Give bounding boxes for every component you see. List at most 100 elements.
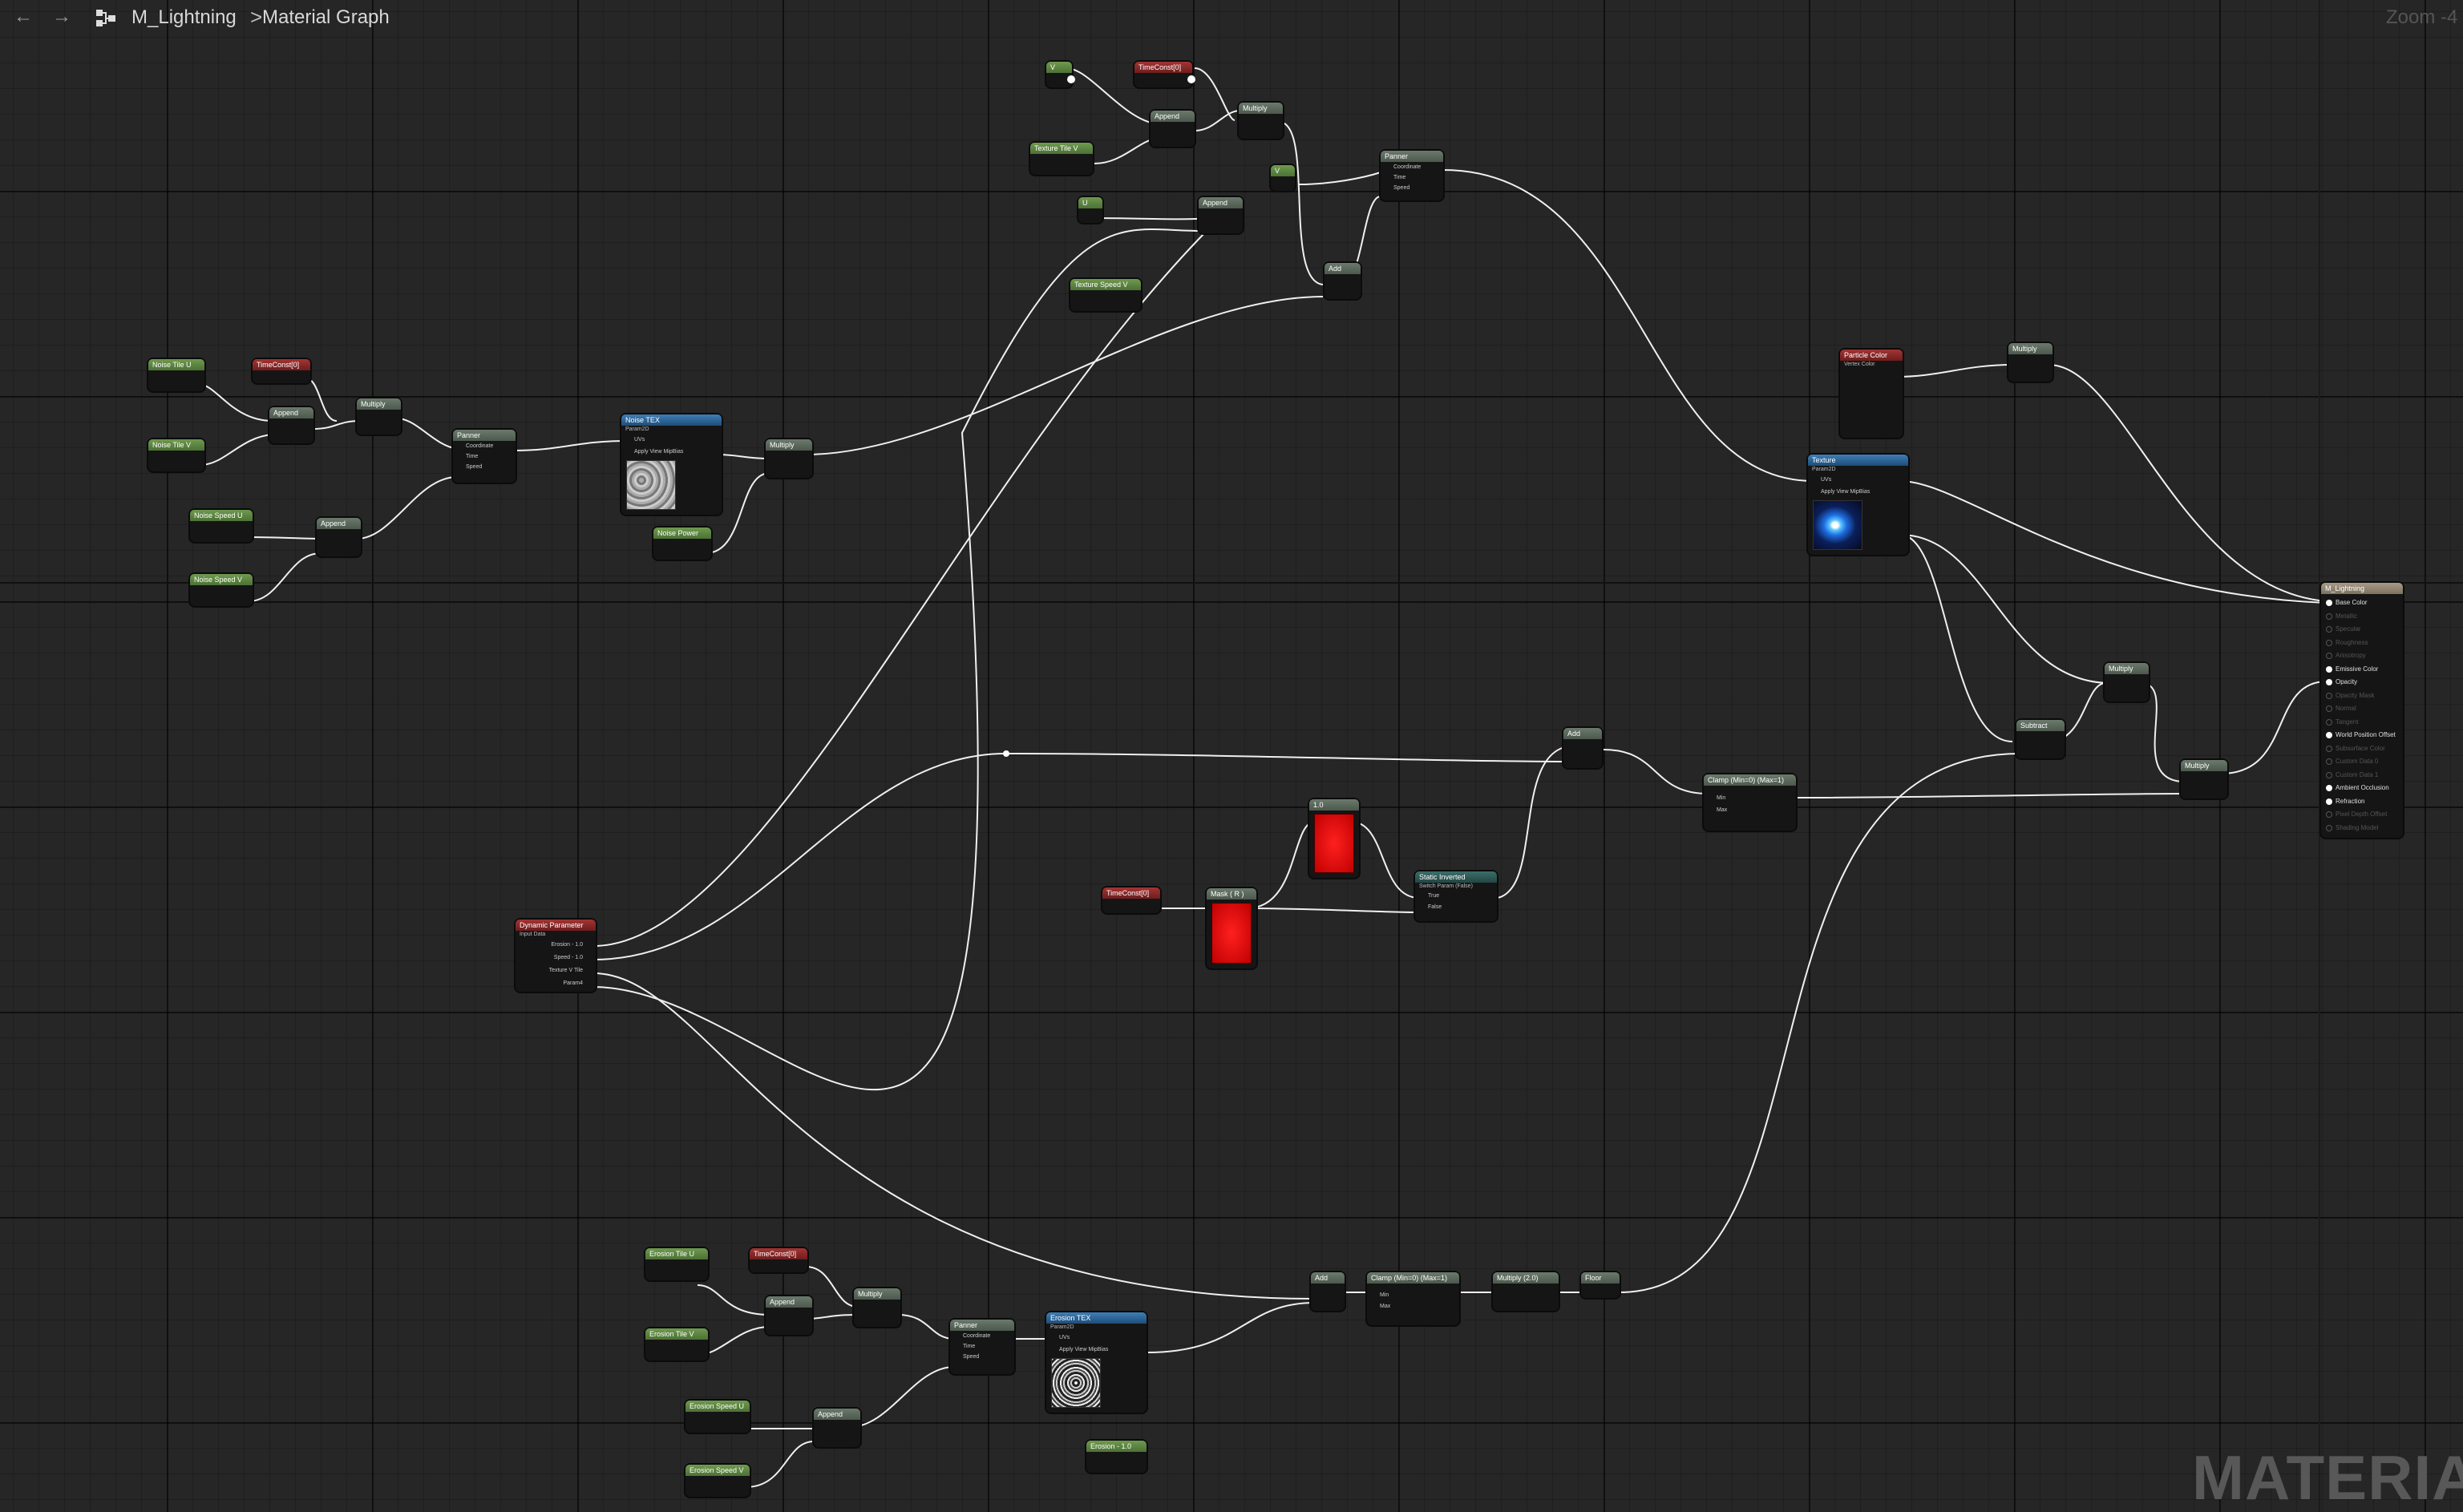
node-particle-color[interactable]: Particle Color Vertex Color <box>1840 350 1903 438</box>
result-pin-row[interactable]: Opacity <box>2321 676 2403 689</box>
pin-texture-v-tile[interactable]: Texture V Tile <box>516 964 596 977</box>
result-pin-row[interactable]: Roughness <box>2321 637 2403 650</box>
node-multiply-right2[interactable]: Multiply <box>2181 760 2227 798</box>
input-pin[interactable] <box>2326 732 2332 738</box>
node-top-v[interactable]: V <box>1046 62 1075 87</box>
result-pin-row[interactable]: Pixel Depth Offset <box>2321 808 2403 822</box>
result-pin-row[interactable]: Base Color <box>2321 596 2403 610</box>
node-noise-tex[interactable]: Noise TEX Param2D UVs Apply View MipBias <box>621 414 722 515</box>
result-pin-row[interactable]: Normal <box>2321 702 2403 716</box>
pin-coordinate[interactable]: Coordinate <box>1381 162 1443 172</box>
result-pin-row[interactable]: Subsurface Color <box>2321 742 2403 756</box>
node-time-mid[interactable]: TimeConst[0] <box>1102 887 1160 913</box>
back-arrow-icon[interactable]: ← <box>11 5 35 29</box>
pin-erosion[interactable]: Erosion - 1.0 <box>516 939 596 952</box>
pin-speed[interactable]: Speed <box>950 1352 1014 1362</box>
node-noise-time[interactable]: TimeConst[0] <box>253 359 310 383</box>
node-erosion-speed-v[interactable]: Erosion Speed V <box>686 1465 750 1497</box>
node-erosion-panner[interactable]: Panner Coordinate Time Speed <box>950 1320 1014 1374</box>
result-pin-row[interactable]: World Position Offset <box>2321 729 2403 742</box>
pin-speed[interactable]: Speed <box>453 462 516 472</box>
input-pin[interactable] <box>2326 600 2332 606</box>
breadcrumb-graph[interactable]: Material Graph <box>262 6 390 29</box>
result-pin-row[interactable]: Metallic <box>2321 610 2403 624</box>
pin-min[interactable]: Min <box>1704 792 1796 804</box>
result-pin-row[interactable]: Refraction <box>2321 795 2403 809</box>
node-noise-power[interactable]: Noise Power <box>653 528 711 560</box>
input-pin[interactable] <box>2326 612 2332 620</box>
pin-time[interactable]: Time <box>453 451 516 462</box>
result-pin-row[interactable]: Anisotropy <box>2321 649 2403 663</box>
node-main-multiply[interactable]: Multiply <box>2008 343 2052 382</box>
node-clamp-mid[interactable]: Clamp (Min=0) (Max=1) Min Max <box>1704 774 1796 831</box>
node-top-u[interactable]: U <box>1078 197 1102 223</box>
pin-max[interactable]: Max <box>1704 804 1796 816</box>
breadcrumb-asset[interactable]: M_Lightning <box>131 6 237 29</box>
pin-false[interactable]: False <box>1415 902 1497 913</box>
node-top-texture-speed[interactable]: Texture Speed V <box>1070 279 1141 311</box>
node-erosion-tile-u[interactable]: Erosion Tile U <box>645 1248 708 1280</box>
result-pin-row[interactable]: Ambient Occlusion <box>2321 782 2403 795</box>
node-top-panner[interactable]: Panner Coordinate Time Speed <box>1381 151 1443 200</box>
node-mask-r[interactable]: Mask ( R ) <box>1207 888 1256 968</box>
node-noise-speed-u[interactable]: Noise Speed U <box>190 510 253 542</box>
pin-uvs[interactable]: UVs <box>1808 474 1908 486</box>
node-top-time[interactable]: TimeConst[0] <box>1134 62 1195 87</box>
pin-coordinate[interactable]: Coordinate <box>950 1331 1014 1341</box>
node-noise-append[interactable]: Append <box>269 407 313 443</box>
material-graph-canvas[interactable]: ← → M_Lightning > Material Graph Zoom -4 <box>0 0 2463 1512</box>
pin-param4[interactable]: Param4 <box>516 977 596 990</box>
pin-time[interactable]: Time <box>950 1341 1014 1352</box>
pin-true[interactable]: True <box>1415 891 1497 902</box>
pin-mip-bias[interactable]: Apply View MipBias <box>1808 486 1908 498</box>
result-pin-row[interactable]: Emissive Color <box>2321 663 2403 677</box>
result-pin-row[interactable]: Custom Data 1 <box>2321 769 2403 782</box>
pin-max[interactable]: Max <box>1367 1301 1459 1312</box>
pin-mip-bias[interactable]: Apply View MipBias <box>621 446 722 458</box>
pin-min[interactable]: Min <box>1367 1290 1459 1301</box>
node-top-v2[interactable]: V <box>1271 165 1295 191</box>
node-top-append2[interactable]: Append <box>1199 197 1243 233</box>
result-pin-row[interactable]: Opacity Mask <box>2321 689 2403 703</box>
input-pin[interactable] <box>2326 653 2332 659</box>
node-erosion-append2[interactable]: Append <box>814 1409 860 1447</box>
pin-speed[interactable]: Speed <box>1381 183 1443 193</box>
input-pin[interactable] <box>2326 705 2332 712</box>
node-add-mid[interactable]: Add <box>1563 728 1602 768</box>
input-pin[interactable] <box>2326 639 2332 646</box>
pin-mip-bias[interactable]: Apply View MipBias <box>1046 1344 1147 1356</box>
input-pin[interactable] <box>2326 758 2332 765</box>
node-top-append[interactable]: Append <box>1151 111 1195 147</box>
result-pin-row[interactable]: Specular <box>2321 623 2403 637</box>
node-floor-bot[interactable]: Floor <box>1581 1272 1620 1298</box>
node-noise-panner[interactable]: Panner Coordinate Time Speed <box>453 430 516 483</box>
result-pin-row[interactable]: Shading Model <box>2321 822 2403 835</box>
node-noise-speed-v[interactable]: Noise Speed V <box>190 574 253 606</box>
node-noise-append2[interactable]: Append <box>317 518 361 556</box>
node-noise-multiply2[interactable]: Multiply <box>766 439 812 478</box>
node-noise-tile-v[interactable]: Noise Tile V <box>148 439 204 471</box>
node-top-texture-tile-v[interactable]: Texture Tile V <box>1030 143 1093 175</box>
input-pin[interactable] <box>2326 745 2332 752</box>
node-dynamic-parameter[interactable]: Dynamic Parameter Input Data Erosion - 1… <box>516 920 596 992</box>
node-top-multiply[interactable]: Multiply <box>1239 103 1283 139</box>
pin-uvs[interactable]: UVs <box>1046 1332 1147 1344</box>
node-multiply-bot[interactable]: Multiply (2.0) <box>1493 1272 1559 1311</box>
input-pin[interactable] <box>2326 692 2332 699</box>
result-pin-row[interactable]: Tangent <box>2321 716 2403 730</box>
input-pin[interactable] <box>2326 665 2332 673</box>
input-pin[interactable] <box>2326 798 2332 805</box>
node-multiply-right[interactable]: Multiply <box>2105 663 2149 701</box>
input-pin[interactable] <box>2326 718 2332 726</box>
input-pin[interactable] <box>2326 679 2332 685</box>
node-subtract[interactable]: Subtract <box>2016 720 2065 758</box>
pin-time[interactable]: Time <box>1381 172 1443 183</box>
node-add-bot[interactable]: Add <box>1311 1272 1345 1311</box>
node-erosion-tile-v[interactable]: Erosion Tile V <box>645 1328 708 1360</box>
input-pin[interactable] <box>2326 626 2332 633</box>
node-const-1[interactable]: 1.0 <box>1309 799 1359 878</box>
node-top-add[interactable]: Add <box>1325 263 1361 299</box>
input-pin[interactable] <box>2326 785 2332 791</box>
pin-uvs[interactable]: UVs <box>621 434 722 446</box>
node-noise-tile-u[interactable]: Noise Tile U <box>148 359 204 391</box>
